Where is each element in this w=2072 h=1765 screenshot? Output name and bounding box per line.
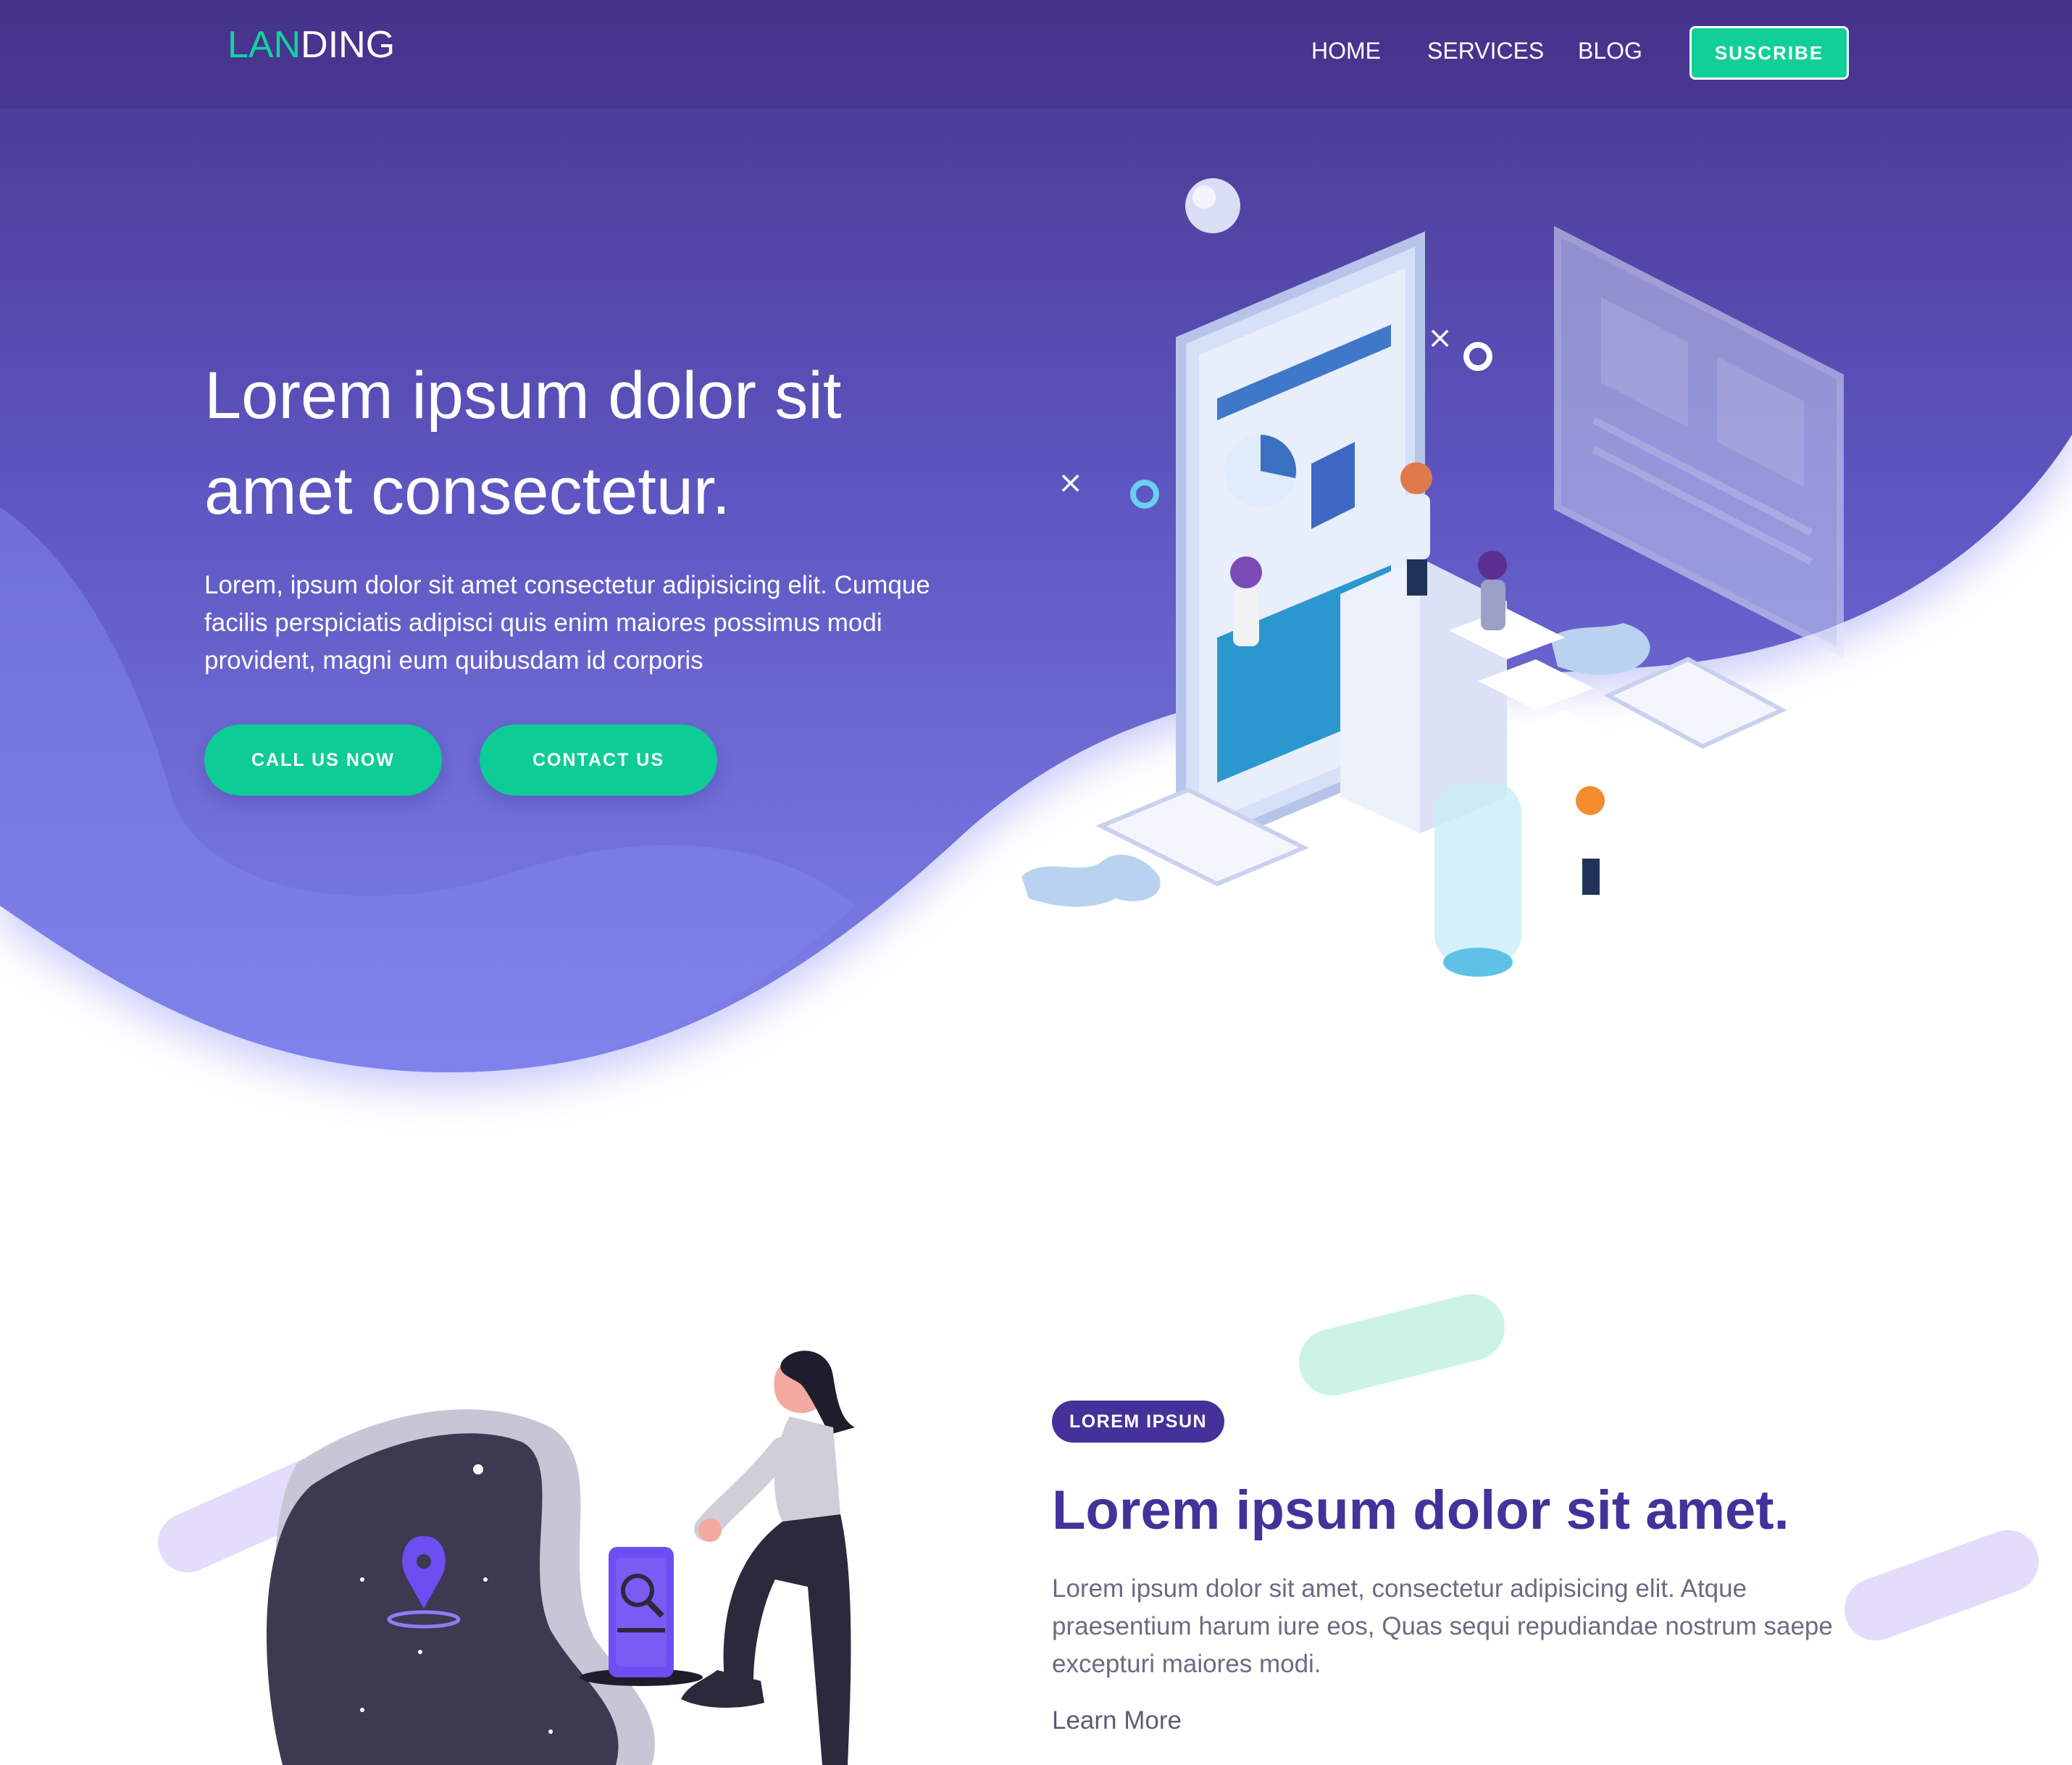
- nav-home-link[interactable]: HOME: [1311, 38, 1381, 64]
- section-badge: LOREM IPSUN: [1052, 1401, 1224, 1443]
- hero-illustration: × ×: [1022, 178, 1844, 977]
- hero-description: Lorem, ipsum dolor sit amet consectetur …: [204, 571, 930, 675]
- section-title: Lorem ipsum dolor sit amet.: [1052, 1480, 1789, 1541]
- subscribe-button[interactable]: SUSCRIBE: [1689, 26, 1849, 80]
- magnifier-icon: [609, 1547, 674, 1677]
- nav-blog-link[interactable]: BLOG: [1578, 38, 1642, 64]
- logo[interactable]: LANDING: [227, 23, 395, 67]
- section-description: Lorem ipsum dolor sit amet, consectetur …: [1052, 1574, 1833, 1678]
- logo-accent: LAN: [227, 24, 301, 66]
- learn-more-link[interactable]: Learn More: [1052, 1706, 1182, 1735]
- decorative-pill: [1292, 1287, 1512, 1403]
- svg-text:×: ×: [1058, 464, 1083, 500]
- section-illustration: [266, 1351, 855, 1765]
- hero-title-line2: amet consectetur.: [204, 454, 731, 528]
- svg-text:×: ×: [1427, 320, 1453, 355]
- hero-title-line1: Lorem ipsum dolor sit: [204, 359, 842, 433]
- nav-services-link[interactable]: SERVICES: [1427, 38, 1544, 64]
- hero-title: Lorem ipsum dolor sit amet consectetur.: [204, 348, 1001, 539]
- call-us-button[interactable]: CALL US NOW: [204, 725, 442, 796]
- logo-text: DING: [301, 24, 396, 66]
- top-navigation: LANDING HOME SERVICES BLOG SUSCRIBE: [0, 0, 2072, 109]
- contact-us-button[interactable]: CONTACT US: [480, 725, 717, 796]
